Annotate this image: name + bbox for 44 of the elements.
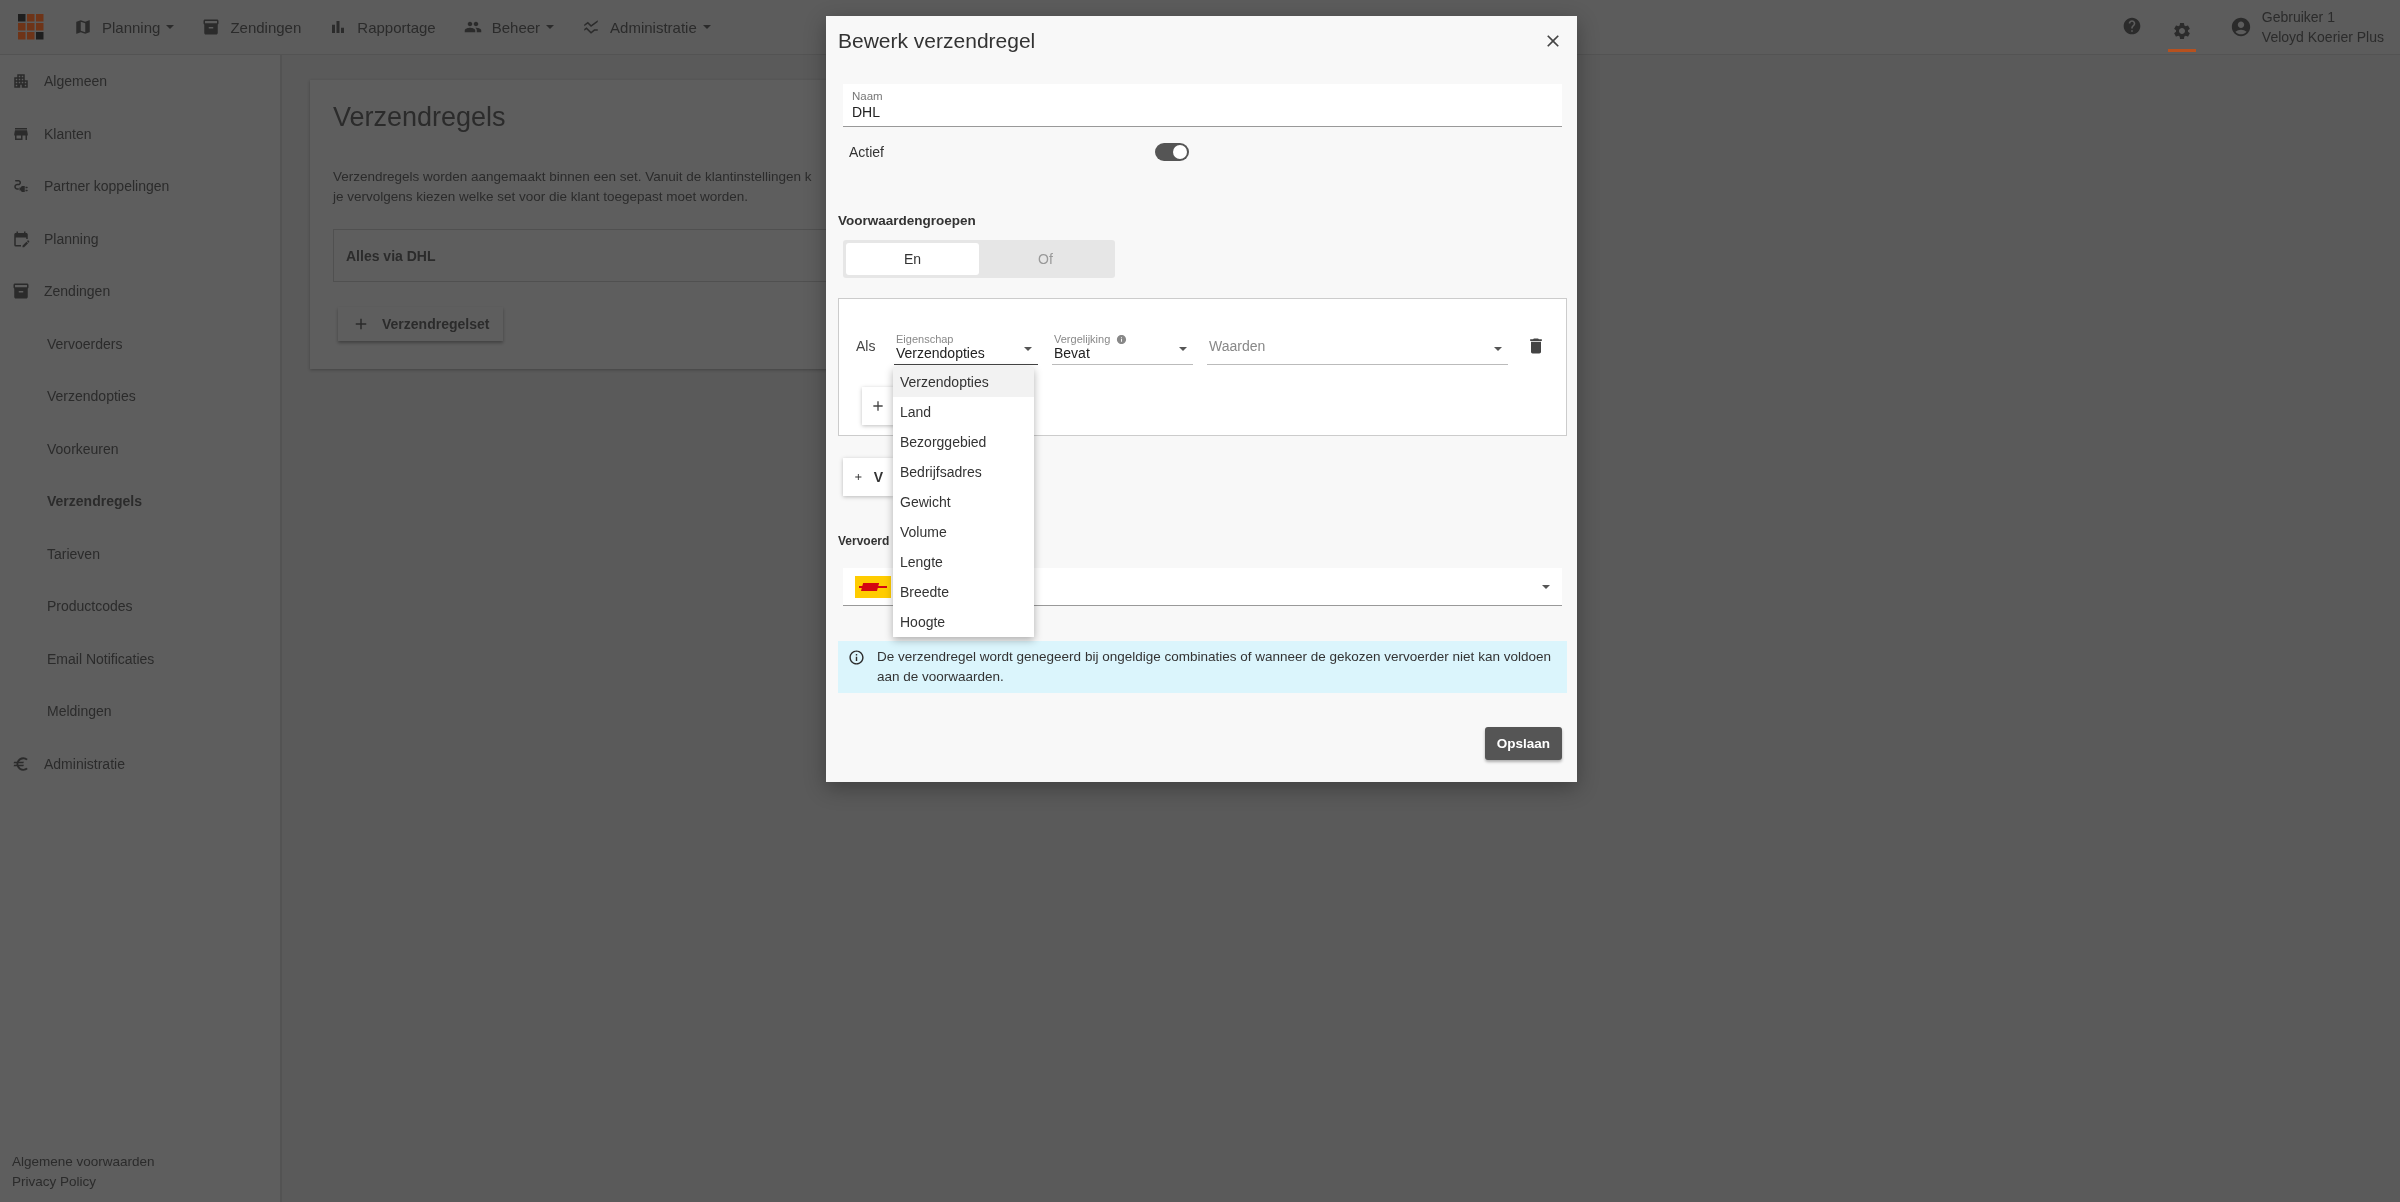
package-icon	[202, 18, 221, 36]
name-field[interactable]: Naam DHL	[843, 84, 1562, 127]
dropdown-option[interactable]: Land	[893, 397, 1034, 427]
plus-icon	[870, 398, 886, 414]
euro-icon	[12, 754, 30, 773]
property-select[interactable]: Eigenschap Verzendopties	[894, 327, 1038, 365]
dropdown-option[interactable]: Volume	[893, 517, 1034, 547]
caret-icon	[1179, 347, 1187, 351]
groups-heading: Voorwaardengroepen	[838, 213, 976, 228]
dialog-title: Bewerk verzendregel	[838, 29, 1036, 53]
dropdown-option[interactable]: Verzendopties	[893, 367, 1034, 397]
group-mode-option[interactable]: Of	[979, 243, 1112, 275]
logo-icon	[18, 14, 44, 40]
comparison-select[interactable]: Vergelijking Bevat	[1052, 327, 1193, 365]
package-icon	[12, 282, 30, 301]
add-group-button[interactable]: V	[843, 458, 893, 496]
caret-icon	[1542, 584, 1550, 589]
group-mode-option[interactable]: En	[846, 243, 979, 275]
caret-icon	[1494, 347, 1502, 351]
notice-text: De verzendregel wordt genegeerd bij ongeldige combinaties of wanneer de gekozen vervoerder niet kan voldoen aan de voorwaarden.	[877, 648, 1552, 686]
user-avatar-icon	[2229, 16, 2252, 38]
settings-icon	[2171, 20, 2192, 41]
dropdown-option[interactable]: Lengte	[893, 547, 1034, 577]
values-select[interactable]: Waarden	[1207, 327, 1508, 365]
info-icon	[1116, 333, 1128, 345]
info-icon	[848, 649, 865, 666]
dropdown-option[interactable]: Hoogte	[893, 607, 1034, 637]
calendar-icon	[12, 229, 30, 248]
carrier-heading: Vervoerd	[838, 534, 890, 548]
condition-prefix: Als	[856, 338, 877, 354]
caret-icon	[1024, 347, 1032, 351]
dropdown-option[interactable]: Breedte	[893, 577, 1034, 607]
add-condition-button[interactable]	[862, 387, 896, 425]
map-icon	[74, 18, 92, 36]
dropdown-option[interactable]: Gewicht	[893, 487, 1034, 517]
dropdown-option[interactable]: Bezorggebied	[893, 427, 1034, 457]
chart-icon	[582, 18, 601, 36]
carrier-logo-icon	[855, 575, 891, 598]
save-button[interactable]: Opslaan	[1484, 727, 1562, 760]
help-icon	[2121, 15, 2142, 36]
active-label: Actief	[849, 144, 885, 160]
active-toggle[interactable]	[1155, 143, 1189, 161]
dropdown-option[interactable]: Bedrijfsadres	[893, 457, 1034, 487]
building-icon	[12, 72, 30, 91]
